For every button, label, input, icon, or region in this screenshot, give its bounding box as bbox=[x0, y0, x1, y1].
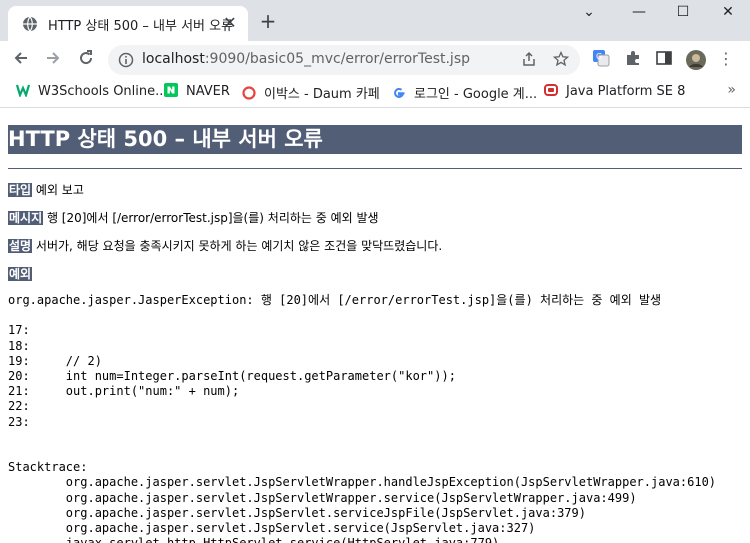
new-tab-button[interactable]: + bbox=[258, 11, 278, 31]
forward-arrow-icon bbox=[47, 52, 60, 64]
bookmark-daum-cafe[interactable]: 이박스 - Daum 카페 bbox=[242, 83, 380, 102]
bookmark-google-login[interactable]: 로그인 - Google 계... bbox=[392, 83, 538, 102]
minimize-button[interactable]: — bbox=[624, 4, 654, 24]
maximize-button[interactable]: ☐ bbox=[668, 4, 698, 24]
exception-label: 예외 bbox=[8, 267, 33, 281]
reload-icon bbox=[80, 50, 93, 65]
daum-cafe-icon bbox=[242, 86, 256, 100]
description-label: 설명 bbox=[8, 239, 33, 253]
bookmark-java-se8[interactable]: Java Platform SE 8 bbox=[544, 83, 685, 101]
error-page: HTTP 상태 500 – 내부 서버 오류 타입 예외 보고 메시지 행 [2… bbox=[0, 108, 750, 543]
side-panel-icon[interactable] bbox=[654, 49, 674, 69]
back-button[interactable] bbox=[10, 49, 32, 71]
message-label: 메시지 bbox=[8, 211, 44, 225]
description-value: 서버가, 해당 요청을 충족시키지 못하게 하는 예기치 않은 조건을 맞닥뜨렸… bbox=[32, 239, 443, 253]
forward-button[interactable] bbox=[42, 49, 64, 71]
reload-button[interactable] bbox=[75, 49, 97, 71]
error-heading: HTTP 상태 500 – 내부 서버 오류 bbox=[8, 125, 742, 154]
url-text[interactable]: localhost:9090/basic05_mvc/error/errorTe… bbox=[142, 51, 470, 67]
bookmark-star-icon[interactable] bbox=[552, 50, 570, 69]
browser-toolbar: localhost:9090/basic05_mvc/error/errorTe… bbox=[0, 41, 750, 77]
bookmark-label: 이박스 - Daum 카페 bbox=[264, 87, 380, 102]
bookmark-label: NAVER bbox=[186, 84, 230, 99]
bookmark-naver[interactable]: NAVER bbox=[164, 83, 230, 101]
type-row: 타입 예외 보고 bbox=[8, 181, 84, 198]
profile-avatar[interactable] bbox=[685, 49, 706, 70]
close-window-button[interactable]: ✕ bbox=[713, 4, 743, 24]
type-value: 예외 보고 bbox=[32, 183, 84, 197]
tab-strip: HTTP 상태 500 – 내부 서버 오류 ✕ + ⌄ — ☐ ✕ bbox=[0, 0, 750, 41]
bookmarks-overflow-icon[interactable]: » bbox=[727, 82, 736, 98]
tab-title: HTTP 상태 500 – 내부 서버 오류 bbox=[48, 19, 234, 34]
google-icon bbox=[394, 88, 405, 98]
address-bar[interactable]: localhost:9090/basic05_mvc/error/errorTe… bbox=[108, 45, 580, 75]
bookmark-label: Java Platform SE 8 bbox=[566, 84, 686, 99]
tab-close-icon[interactable]: ✕ bbox=[222, 15, 238, 31]
naver-icon bbox=[164, 83, 178, 97]
java-icon bbox=[544, 84, 558, 96]
browser-tab[interactable]: HTTP 상태 500 – 내부 서버 오류 ✕ bbox=[8, 6, 248, 41]
type-label: 타입 bbox=[8, 183, 33, 197]
browser-menu-icon[interactable]: ⋮ bbox=[716, 49, 736, 69]
site-info-icon[interactable] bbox=[118, 52, 134, 68]
url-host: localhost bbox=[142, 51, 205, 67]
translate-extension-icon[interactable]: G bbox=[591, 49, 611, 69]
divider bbox=[8, 168, 742, 169]
exception-stacktrace: org.apache.jasper.JasperException: 행 [20… bbox=[8, 293, 717, 543]
exception-row: 예외 bbox=[8, 265, 33, 282]
bookmarks-bar: W3Schools Online... NAVER 이박스 - Daum 카페 … bbox=[0, 77, 750, 108]
svg-text:G: G bbox=[596, 52, 602, 61]
globe-icon bbox=[23, 16, 37, 32]
message-row: 메시지 행 [20]에서 [/error/errorTest.jsp]을(를) … bbox=[8, 209, 379, 226]
message-value: 행 [20]에서 [/error/errorTest.jsp]을(를) 처리하는… bbox=[43, 211, 379, 225]
tab-search-icon[interactable]: ⌄ bbox=[574, 4, 604, 24]
extensions-puzzle-icon[interactable] bbox=[623, 49, 643, 69]
description-row: 설명 서버가, 해당 요청을 충족시키지 못하게 하는 예기치 않은 조건을 맞… bbox=[8, 237, 442, 254]
w3schools-icon bbox=[16, 84, 30, 97]
bookmark-label: W3Schools Online... bbox=[38, 84, 168, 99]
url-path: :9090/basic05_mvc/error/errorTest.jsp bbox=[204, 51, 470, 67]
bookmark-label: 로그인 - Google 계... bbox=[414, 87, 538, 102]
bookmark-w3schools[interactable]: W3Schools Online... bbox=[16, 83, 168, 101]
share-icon[interactable] bbox=[520, 51, 538, 69]
back-arrow-icon bbox=[14, 52, 27, 64]
